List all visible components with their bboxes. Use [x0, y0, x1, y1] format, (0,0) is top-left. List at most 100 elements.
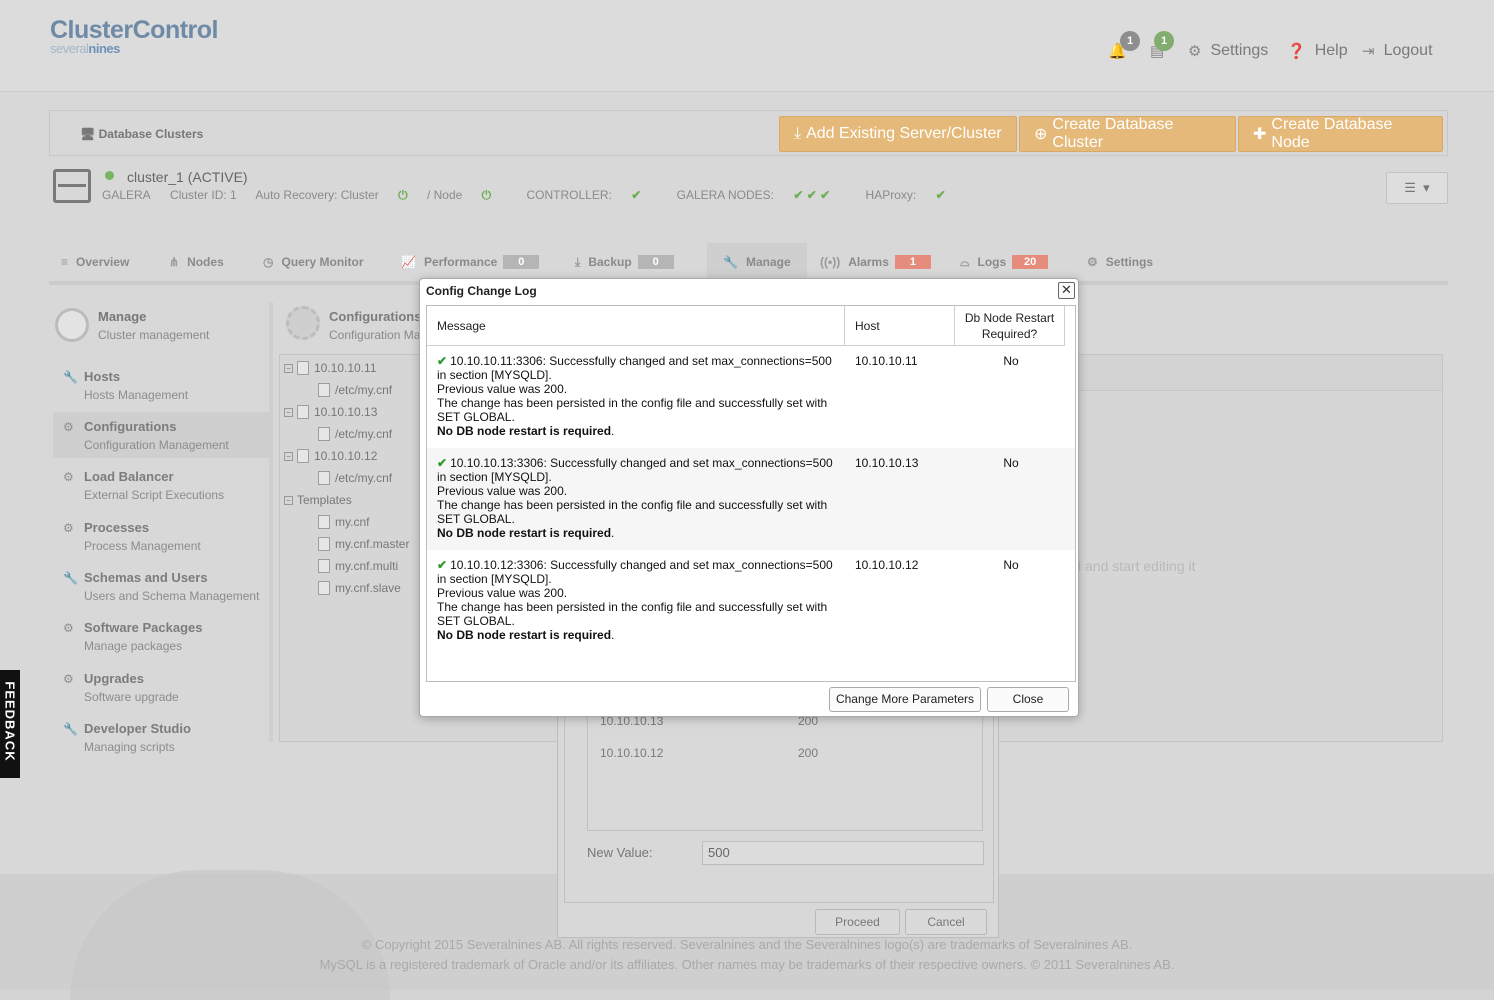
- gear-icon: ⚙: [1087, 255, 1098, 269]
- change-parameter-dialog: 10.10.10.13 200 10.10.10.12 200 New Value:…: [557, 706, 999, 938]
- auto-recovery[interactable]: Auto Recovery: Cluster ⏻ / Node ⏻: [255, 188, 507, 202]
- server-icon: [297, 449, 309, 463]
- menu-icon: ≡: [61, 255, 69, 269]
- sidebar-item-schemas-users[interactable]: 🔧 Schemas and Users Users and Schema Manag…: [53, 563, 269, 609]
- tab-query-monitor[interactable]: ◷ Query Monitor: [263, 243, 364, 281]
- tree-templates-folder[interactable]: − Templates: [284, 490, 352, 510]
- new-value-input[interactable]: 500: [702, 841, 984, 865]
- broadcast-icon: ((•)): [820, 255, 841, 269]
- cluster-meta: GALERA Cluster ID: 1 Auto Recovery: Clus…: [102, 188, 978, 203]
- haproxy-status: HAProxy: ✔: [865, 188, 946, 202]
- create-database-node-button[interactable]: ✚ Create Database Node: [1238, 116, 1443, 152]
- help-link[interactable]: ❓ Help: [1287, 42, 1348, 60]
- tree-file-node[interactable]: /etc/my.cnf: [318, 380, 392, 400]
- proceed-button[interactable]: Proceed: [815, 909, 900, 935]
- sidebar-item-hosts[interactable]: 🔧 Hosts Hosts Management: [53, 362, 269, 408]
- file-gear-icon: [318, 383, 330, 397]
- cluster-status-dot: [105, 171, 114, 180]
- jobs-count-badge: 1: [1154, 31, 1174, 51]
- sidebar-item-developer-studio[interactable]: 🔧 Developer Studio Managing scripts: [53, 714, 269, 760]
- table-header: Message Host Db Node Restart Required?: [427, 306, 1065, 346]
- alarm-count-badge: 1: [1120, 31, 1140, 51]
- add-existing-cluster-button[interactable]: ⤓ Add Existing Server/Cluster: [779, 116, 1017, 152]
- gear-icon: [286, 306, 320, 340]
- breadcrumb[interactable]: 🖥 Database Clusters: [80, 127, 203, 141]
- file-icon: [318, 559, 330, 573]
- sidebar-item-processes[interactable]: ⚙ Processes Process Management: [53, 513, 269, 559]
- sidebar-header: Manage Cluster management: [53, 300, 269, 352]
- column-host: Host: [845, 306, 955, 346]
- close-icon[interactable]: ✕: [1058, 282, 1075, 299]
- file-gear-icon: [318, 471, 330, 485]
- tab-alarms[interactable]: ((•)) Alarms 1: [820, 243, 931, 281]
- tab-logs[interactable]: ⌓ Logs 20: [960, 243, 1049, 281]
- log-host: 10.10.10.13: [855, 456, 919, 470]
- dialog-title: Config Change Log: [426, 284, 537, 298]
- column-message: Message: [427, 306, 845, 346]
- server-icon: [297, 361, 309, 375]
- tree-template-file[interactable]: my.cnf.master: [318, 534, 409, 554]
- plus-circle-icon: ⊕: [1034, 126, 1048, 143]
- check-icon: ✔: [437, 456, 448, 470]
- tab-manage[interactable]: 🔧 Manage: [707, 243, 807, 281]
- tree-file-node[interactable]: /etc/my.cnf: [318, 468, 392, 488]
- create-database-cluster-button[interactable]: ⊕ Create Database Cluster: [1019, 116, 1236, 152]
- content-title: Configurations: [329, 309, 422, 324]
- tab-backup[interactable]: ⤓ Backup 0: [575, 243, 674, 281]
- log-restart-required: No: [1003, 354, 1019, 368]
- breadcrumb-panel: 🖥 Database Clusters ⤓ Add Existing Server…: [49, 110, 1448, 156]
- column-restart-required: Db Node Restart Required?: [955, 306, 1065, 346]
- logout-link[interactable]: ⇥ Logout: [1362, 42, 1433, 60]
- speedometer-icon: [55, 308, 89, 342]
- tab-nodes[interactable]: ⋔ Nodes: [169, 243, 224, 281]
- gear-icon: ⚙: [63, 420, 74, 434]
- log-host: 10.10.10.12: [855, 558, 919, 572]
- tree-host-node[interactable]: −10.10.10.11: [284, 358, 377, 378]
- check-icon: ✔: [935, 188, 946, 202]
- gear-icon: ⚙: [63, 470, 74, 484]
- wrench-icon: 🔧: [63, 722, 78, 736]
- tree-template-file[interactable]: my.cnf: [318, 512, 369, 532]
- cluster-actions-dropdown[interactable]: ☰ ▾: [1386, 172, 1448, 204]
- sidebar-item-load-balancer[interactable]: ⚙ Load Balancer External Script Executions: [53, 462, 269, 508]
- download-icon: ⤓: [575, 254, 581, 269]
- log-host: 10.10.10.11: [855, 354, 918, 368]
- gear-icon: ⚙: [63, 621, 74, 635]
- log-message: ✔ 10.10.10.11:3306: Successfully changed …: [437, 354, 832, 438]
- collapse-icon: −: [284, 495, 293, 505]
- cancel-button[interactable]: Cancel: [905, 909, 987, 935]
- wrench-icon: 🔧: [723, 255, 738, 269]
- list-item: 10.10.10.12 200: [600, 746, 819, 760]
- feedback-tab[interactable]: FEEDBACK: [0, 670, 20, 778]
- check-icon: ✔: [631, 188, 642, 202]
- sidebar-item-software-packages[interactable]: ⚙ Software Packages Manage packages: [53, 613, 269, 659]
- editor-hint: l and start editing it: [1078, 558, 1196, 574]
- tree-host-node[interactable]: −10.10.10.13: [284, 402, 377, 422]
- gear-icon: ⚙: [63, 521, 74, 535]
- table-row: ✔ 10.10.10.12:3306: Successfully changed …: [427, 550, 1075, 652]
- tab-settings[interactable]: ⚙ Settings: [1087, 243, 1153, 281]
- change-log-table: Message Host Db Node Restart Required? ✔…: [426, 305, 1076, 682]
- list-icon: ☰: [1404, 180, 1416, 195]
- sidebar-item-configurations[interactable]: ⚙ Configurations Configuration Management: [53, 412, 269, 458]
- wrench-icon: 🔧: [63, 370, 78, 384]
- tab-performance[interactable]: 📈 Performance 0: [401, 243, 540, 281]
- cluster-server-icon: [53, 169, 91, 203]
- settings-link[interactable]: ⚙ Settings: [1188, 42, 1268, 60]
- close-button[interactable]: Close: [987, 687, 1069, 712]
- sidebar-divider: [269, 302, 273, 742]
- gear-icon: ⚙: [63, 672, 74, 686]
- cluster-name[interactable]: cluster_1 (ACTIVE): [127, 169, 248, 185]
- log-message: ✔ 10.10.10.12:3306: Successfully changed …: [437, 558, 833, 642]
- galera-nodes-status: GALERA NODES: ✔ ✔ ✔: [676, 188, 831, 202]
- config-change-log-dialog: Config Change Log ✕ Message Host Db Node…: [419, 278, 1079, 717]
- sidebar-item-upgrades[interactable]: ⚙ Upgrades Software upgrade: [53, 664, 269, 710]
- sitemap-icon: ⋔: [169, 255, 180, 269]
- table-row: ✔ 10.10.10.11:3306: Successfully changed …: [427, 346, 1075, 448]
- tree-host-node[interactable]: −10.10.10.12: [284, 446, 377, 466]
- tab-overview[interactable]: ≡ Overview: [61, 243, 129, 281]
- change-more-parameters-button[interactable]: Change More Parameters: [829, 687, 981, 712]
- tree-template-file[interactable]: my.cnf.multi: [318, 556, 398, 576]
- tree-file-node[interactable]: /etc/my.cnf: [318, 424, 392, 444]
- tree-template-file[interactable]: my.cnf.slave: [318, 578, 401, 598]
